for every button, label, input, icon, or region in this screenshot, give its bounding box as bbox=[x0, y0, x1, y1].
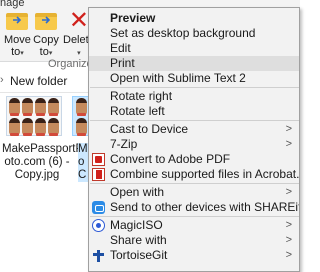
file-name-label-selected: Ma o C bbox=[78, 143, 94, 182]
copy-to-label-2: to bbox=[39, 46, 49, 58]
menu-item-open-with-sublime[interactable]: Open with Sublime Text 2 bbox=[89, 71, 299, 86]
menu-item-open-with[interactable]: Open with > bbox=[89, 185, 299, 200]
chevron-down-icon: ▾ bbox=[20, 50, 24, 57]
submenu-arrow-icon: > bbox=[285, 234, 292, 246]
copy-to-icon bbox=[33, 10, 59, 32]
file-thumbnail[interactable] bbox=[6, 96, 62, 136]
shareit-icon bbox=[92, 201, 105, 214]
acrobat-combine-icon bbox=[92, 168, 105, 181]
menu-item-rotate-right[interactable]: Rotate right bbox=[89, 89, 299, 104]
menu-item-rotate-left[interactable]: Rotate left bbox=[89, 104, 299, 119]
menu-item-tortoisegit[interactable]: TortoiseGit > bbox=[89, 248, 299, 263]
submenu-arrow-icon: > bbox=[285, 138, 292, 150]
menu-item-magiciso[interactable]: MagicISO > bbox=[89, 218, 299, 233]
move-to-label: Move bbox=[4, 34, 31, 46]
copy-to-label: Copy bbox=[33, 34, 59, 46]
submenu-arrow-icon: > bbox=[285, 249, 292, 261]
submenu-arrow-icon: > bbox=[285, 186, 292, 198]
menu-item-set-desktop-background[interactable]: Set as desktop background bbox=[89, 26, 299, 41]
move-to-label-2: to bbox=[11, 46, 21, 58]
menu-separator bbox=[90, 87, 299, 88]
tortoisegit-icon bbox=[92, 249, 105, 262]
menu-item-combine-in-acrobat[interactable]: Combine supported files in Acrobat... bbox=[89, 167, 299, 182]
chevron-down-icon: ▾ bbox=[48, 50, 53, 57]
chevron-down-icon: ▾ bbox=[77, 50, 81, 57]
move-to-button[interactable]: Move to▾ bbox=[4, 10, 31, 58]
menu-item-share-with[interactable]: Share with > bbox=[89, 233, 299, 248]
organize-group-label: Organize bbox=[48, 58, 93, 70]
ribbon-tab-fragment: nage bbox=[0, 0, 25, 9]
menu-item-preview[interactable]: Preview bbox=[89, 11, 299, 26]
menu-item-print[interactable]: Print bbox=[89, 56, 299, 71]
menu-separator bbox=[90, 216, 299, 217]
file-name-label: MakePassportPh oto.com (6) - Copy.jpg bbox=[2, 143, 90, 181]
menu-item-edit[interactable]: Edit bbox=[89, 41, 299, 56]
menu-separator bbox=[90, 183, 299, 184]
copy-to-button[interactable]: Copy to▾ bbox=[33, 10, 59, 58]
menu-item-convert-to-adobe-pdf[interactable]: Convert to Adobe PDF bbox=[89, 152, 299, 167]
context-menu: Preview Set as desktop background Edit P… bbox=[88, 7, 300, 272]
chevron-right-icon: › bbox=[0, 74, 4, 86]
menu-item-send-shareit[interactable]: Send to other devices with SHAREit bbox=[89, 200, 299, 215]
submenu-arrow-icon: > bbox=[285, 123, 292, 135]
magiciso-icon bbox=[92, 219, 105, 232]
submenu-arrow-icon: > bbox=[285, 219, 292, 231]
move-to-icon bbox=[4, 10, 30, 32]
menu-separator bbox=[90, 120, 299, 121]
menu-item-7zip[interactable]: 7-Zip > bbox=[89, 137, 299, 152]
menu-item-cast-to-device[interactable]: Cast to Device > bbox=[89, 122, 299, 137]
adobe-pdf-icon bbox=[92, 153, 105, 166]
breadcrumb-new-folder[interactable]: New folder bbox=[10, 74, 67, 88]
